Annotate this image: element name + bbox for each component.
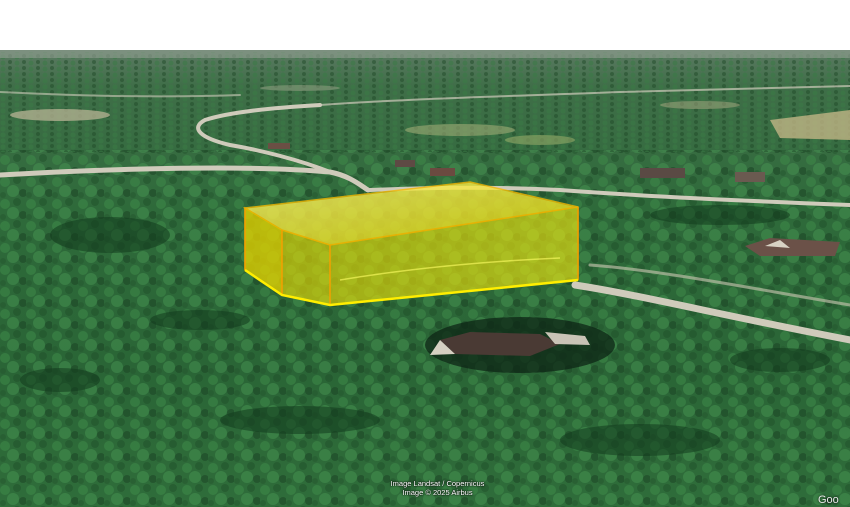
attribution-line-2: Image © 2025 Airbus bbox=[402, 488, 473, 497]
brand-logo-text: Goo bbox=[818, 494, 839, 506]
horizon-haze bbox=[0, 50, 850, 58]
house-south bbox=[425, 317, 615, 373]
map-canvas[interactable] bbox=[0, 50, 850, 507]
sky-area bbox=[0, 0, 850, 50]
attribution-line-1: Image Landsat / Copernicus bbox=[390, 479, 485, 488]
map-view[interactable] bbox=[0, 50, 850, 507]
